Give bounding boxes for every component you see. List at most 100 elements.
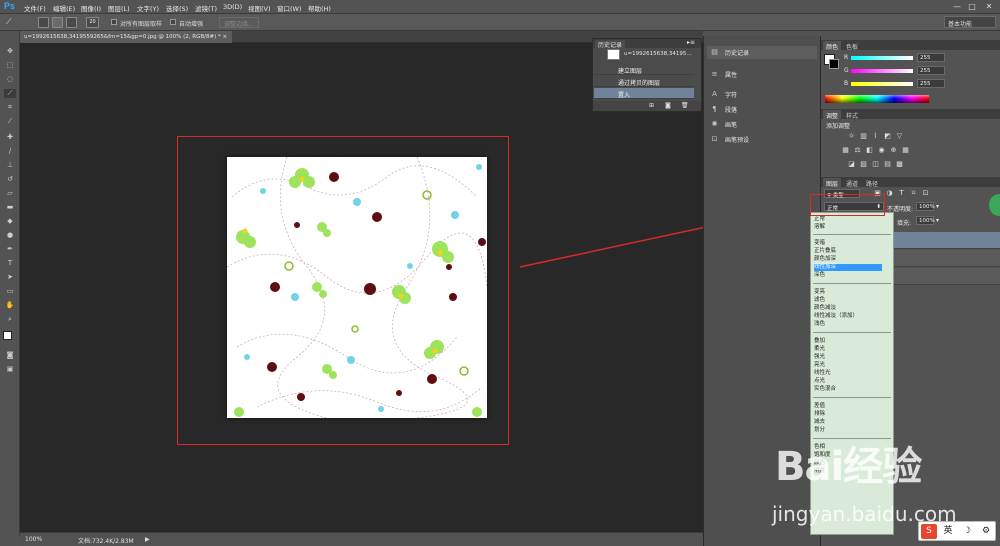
- filter-type-icon[interactable]: T: [897, 189, 906, 198]
- color-lookup-icon[interactable]: ▦: [901, 146, 910, 155]
- close-window-button[interactable]: ✕: [983, 1, 995, 12]
- close-document-icon[interactable]: ×: [222, 34, 227, 40]
- selective-color-icon[interactable]: ▩: [895, 160, 904, 169]
- menu-view[interactable]: 视图(V): [248, 3, 271, 13]
- subtract-selection-icon[interactable]: [66, 17, 77, 28]
- blend-option[interactable]: 亮光: [814, 362, 825, 369]
- panel-menu-icon[interactable]: ▸≡: [687, 39, 695, 46]
- posterize-icon[interactable]: ▨: [859, 160, 868, 169]
- new-selection-icon[interactable]: [38, 17, 49, 28]
- blend-option[interactable]: 排除: [814, 411, 825, 418]
- channel-r-value[interactable]: 255: [917, 53, 945, 62]
- eyedropper-tool-icon[interactable]: ⁄: [4, 117, 16, 126]
- status-arrow-icon[interactable]: ▶: [145, 536, 150, 543]
- hand-tool-icon[interactable]: ✋: [4, 301, 16, 310]
- path-selection-tool-icon[interactable]: ➤: [4, 273, 16, 282]
- fill-input[interactable]: 100%: [916, 216, 935, 225]
- dock-character[interactable]: A 字符: [707, 88, 817, 101]
- blend-option[interactable]: 滤色: [814, 297, 825, 304]
- fill-dropdown-icon[interactable]: ▾: [936, 217, 939, 224]
- minimize-button[interactable]: —: [951, 1, 963, 12]
- quick-selection-tool-icon[interactable]: ⟋: [6, 17, 17, 28]
- tab-layers[interactable]: 图层: [823, 178, 842, 189]
- black-white-icon[interactable]: ◧: [865, 146, 874, 155]
- blend-option[interactable]: 线性光: [814, 370, 831, 377]
- sample-all-layers-checkbox[interactable]: [111, 19, 117, 25]
- foreground-color-swatch[interactable]: [3, 331, 12, 340]
- new-snapshot-icon[interactable]: ◙: [665, 102, 671, 109]
- menu-window[interactable]: 窗口(W): [277, 3, 302, 13]
- move-tool-icon[interactable]: ✥: [4, 47, 16, 56]
- maximize-button[interactable]: □: [966, 1, 978, 12]
- opacity-dropdown-icon[interactable]: ▾: [936, 203, 939, 210]
- brush-size-picker[interactable]: 20: [86, 17, 99, 28]
- healing-tool-icon[interactable]: ✚: [4, 133, 16, 142]
- tab-adjustments[interactable]: 调整: [823, 110, 842, 121]
- blend-option[interactable]: 深色: [814, 272, 825, 279]
- add-to-selection-icon[interactable]: [52, 17, 63, 28]
- menu-edit[interactable]: 编辑(E): [53, 3, 75, 13]
- tab-paths[interactable]: 路径: [863, 178, 881, 189]
- channel-mixer-icon[interactable]: ⊕: [889, 146, 898, 155]
- channel-b-value[interactable]: 255: [917, 79, 945, 88]
- menu-file[interactable]: 文件(F): [24, 3, 46, 13]
- channel-r-slider[interactable]: [851, 56, 913, 60]
- screen-mode-icon[interactable]: ▣: [4, 365, 16, 374]
- brush-tool-icon[interactable]: ∕: [4, 147, 16, 156]
- history-tab[interactable]: 历史记录: [595, 40, 626, 49]
- blend-option[interactable]: 叠加: [814, 338, 825, 345]
- channel-b-slider[interactable]: [851, 82, 913, 86]
- photo-filter-icon[interactable]: ◉: [877, 146, 886, 155]
- ime-logo-icon[interactable]: S: [921, 524, 937, 539]
- eraser-tool-icon[interactable]: ▱: [4, 189, 16, 198]
- menu-help[interactable]: 帮助(H): [308, 3, 331, 13]
- channel-g-slider[interactable]: [851, 69, 913, 73]
- auto-enhance-checkbox[interactable]: [170, 19, 176, 25]
- blend-option[interactable]: 强光: [814, 354, 825, 361]
- color-balance-icon[interactable]: ⚖: [853, 146, 862, 155]
- gradient-map-icon[interactable]: ▤: [883, 160, 892, 169]
- tab-swatches[interactable]: 色板: [843, 41, 861, 52]
- channel-g-value[interactable]: 255: [917, 66, 945, 75]
- ime-settings-icon[interactable]: ⚙: [978, 524, 994, 539]
- opacity-input[interactable]: 100%: [916, 202, 935, 211]
- blend-option-selected[interactable]: 线性加深: [814, 264, 882, 271]
- zoom-tool-icon[interactable]: ⌕: [4, 315, 16, 324]
- ime-language-toggle[interactable]: 英: [940, 524, 956, 539]
- invert-icon[interactable]: ◪: [847, 160, 856, 169]
- exposure-icon[interactable]: ◩: [883, 132, 892, 141]
- blend-option[interactable]: 溶解: [814, 224, 825, 231]
- threshold-icon[interactable]: ◫: [871, 160, 880, 169]
- blur-tool-icon[interactable]: ◆: [4, 217, 16, 226]
- shape-tool-icon[interactable]: ▭: [4, 287, 16, 296]
- menu-layer[interactable]: 图层(L): [108, 3, 130, 13]
- float-ball-icon[interactable]: [989, 194, 1000, 216]
- quick-mask-icon[interactable]: ◙: [4, 351, 16, 360]
- filter-adjustment-icon[interactable]: ◑: [885, 189, 894, 198]
- blend-option[interactable]: 变暗: [814, 240, 825, 247]
- dock-brush-preset[interactable]: ⊡ 画笔预设: [707, 133, 817, 146]
- hue-saturation-icon[interactable]: ▦: [841, 146, 850, 155]
- dock-history[interactable]: ▤ 历史记录: [707, 46, 817, 59]
- delete-state-icon[interactable]: 🗑: [681, 102, 689, 109]
- new-document-from-state-icon[interactable]: ⊞: [649, 102, 654, 109]
- history-step[interactable]: 建立图层: [594, 64, 694, 75]
- quick-selection-tool-icon[interactable]: ⟋: [4, 89, 16, 98]
- brightness-icon[interactable]: ☼: [847, 132, 856, 141]
- dock-paragraph[interactable]: ¶ 段落: [707, 103, 817, 116]
- blend-option[interactable]: 减去: [814, 419, 825, 426]
- lasso-tool-icon[interactable]: ◌: [4, 75, 16, 84]
- tab-styles[interactable]: 样式: [843, 110, 861, 121]
- blend-option[interactable]: 点光: [814, 378, 825, 385]
- blend-option[interactable]: 柔光: [814, 346, 825, 353]
- menu-3d[interactable]: 3D(D): [223, 3, 242, 11]
- workspace-select[interactable]: 基本功能: [944, 16, 996, 28]
- marquee-tool-icon[interactable]: ⬚: [4, 61, 16, 70]
- history-brush-tool-icon[interactable]: ↺: [4, 175, 16, 184]
- blend-option[interactable]: 变亮: [814, 289, 825, 296]
- menu-select[interactable]: 选择(S): [166, 3, 188, 13]
- color-bg-swatch[interactable]: [829, 59, 839, 69]
- blend-option[interactable]: 正常: [814, 216, 825, 223]
- zoom-level[interactable]: 100%: [25, 536, 42, 543]
- stamp-tool-icon[interactable]: ⊥: [4, 161, 16, 170]
